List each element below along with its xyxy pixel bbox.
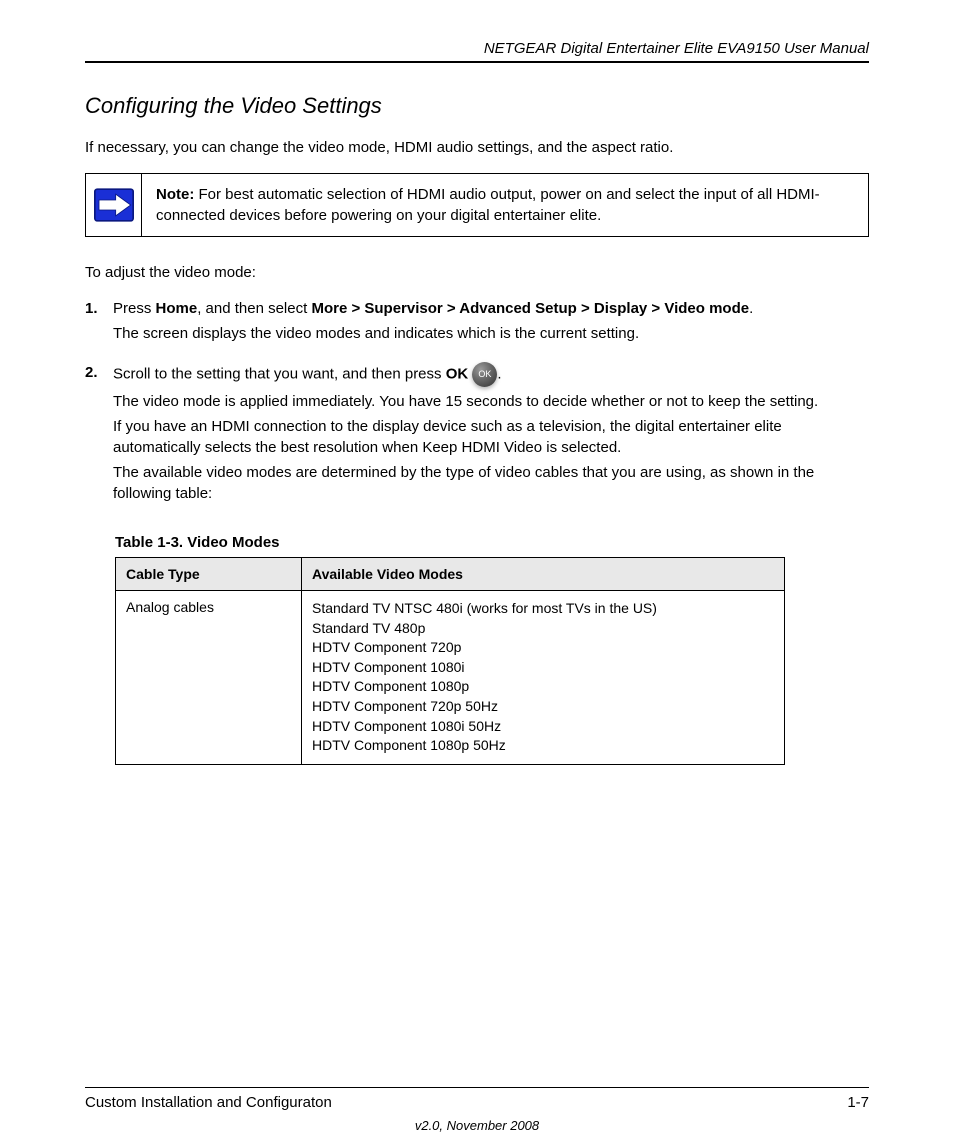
running-header: NETGEAR Digital Entertainer Elite EVA915…	[85, 40, 869, 57]
steps-list: Press Home, and then select More > Super…	[85, 298, 869, 504]
footer-section-title: Custom Installation and Configuraton	[85, 1094, 332, 1111]
table-cell-video-modes: Standard TV NTSC 480i (works for most TV…	[302, 591, 785, 765]
video-mode-option: Standard TV NTSC 480i (works for most TV…	[312, 599, 774, 619]
table-header-row: Cable Type Available Video Modes	[116, 558, 785, 591]
note-icon-cell	[86, 174, 142, 236]
table-caption: Table 1-3. Video Modes	[115, 534, 869, 551]
table-header-cable-type: Cable Type	[116, 558, 302, 591]
step-2: Scroll to the setting that you want, and…	[85, 362, 869, 504]
table-row: Analog cables Standard TV NTSC 480i (wor…	[116, 591, 785, 765]
note-body: For best automatic selection of HDMI aud…	[156, 186, 820, 224]
arrow-right-icon	[94, 188, 134, 222]
header-rule	[85, 61, 869, 63]
document-page: NETGEAR Digital Entertainer Elite EVA915…	[0, 0, 954, 1145]
footer-rule	[85, 1087, 869, 1088]
video-mode-option: HDTV Component 1080p	[312, 677, 774, 697]
footer-date: v2.0, November 2008	[85, 1118, 869, 1133]
video-mode-option: HDTV Component 1080i	[312, 658, 774, 678]
steps-intro: To adjust the video mode:	[85, 262, 869, 283]
ok-button-icon: OK	[472, 362, 497, 387]
step-1-bold-2: More > Supervisor > Advanced Setup > Dis…	[311, 300, 749, 317]
step-2-line2a: The video mode is applied immediately. Y…	[113, 391, 869, 412]
step-1-text-mid: , and then select	[197, 300, 311, 317]
page-footer: Custom Installation and Configuraton 1-7	[85, 1087, 869, 1111]
step-1: Press Home, and then select More > Super…	[85, 298, 869, 344]
step-1-line2: The screen displays the video modes and …	[113, 323, 869, 344]
video-mode-option: HDTV Component 1080p 50Hz	[312, 736, 774, 756]
step-2-line2c: The available video modes are determined…	[113, 462, 869, 504]
step-2-text-post: .	[497, 365, 501, 382]
note-label: Note:	[156, 186, 194, 203]
video-mode-option: HDTV Component 720p	[312, 638, 774, 658]
step-2-text-pre: Scroll to the setting that you want, and…	[113, 365, 446, 382]
table-header-video-modes: Available Video Modes	[302, 558, 785, 591]
section-heading: Configuring the Video Settings	[85, 93, 869, 119]
video-mode-option: HDTV Component 720p 50Hz	[312, 697, 774, 717]
note-box: Note: For best automatic selection of HD…	[85, 173, 869, 237]
step-1-text-end: .	[749, 300, 753, 317]
intro-paragraph: If necessary, you can change the video m…	[85, 137, 869, 158]
footer-page-number: 1-7	[847, 1094, 869, 1111]
table-cell-cable-type: Analog cables	[116, 591, 302, 765]
step-1-text-pre: Press	[113, 300, 156, 317]
video-mode-option: Standard TV 480p	[312, 619, 774, 639]
table-caption-text: Video Modes	[187, 534, 279, 551]
step-2-bold: OK	[446, 365, 469, 382]
step-2-line2b: If you have an HDMI connection to the di…	[113, 416, 869, 458]
video-mode-option: HDTV Component 1080i 50Hz	[312, 717, 774, 737]
step-1-bold-1: Home	[156, 300, 198, 317]
table-caption-label: Table 1-3.	[115, 534, 183, 551]
note-text: Note: For best automatic selection of HD…	[142, 174, 868, 236]
video-modes-table: Cable Type Available Video Modes Analog …	[115, 557, 785, 765]
